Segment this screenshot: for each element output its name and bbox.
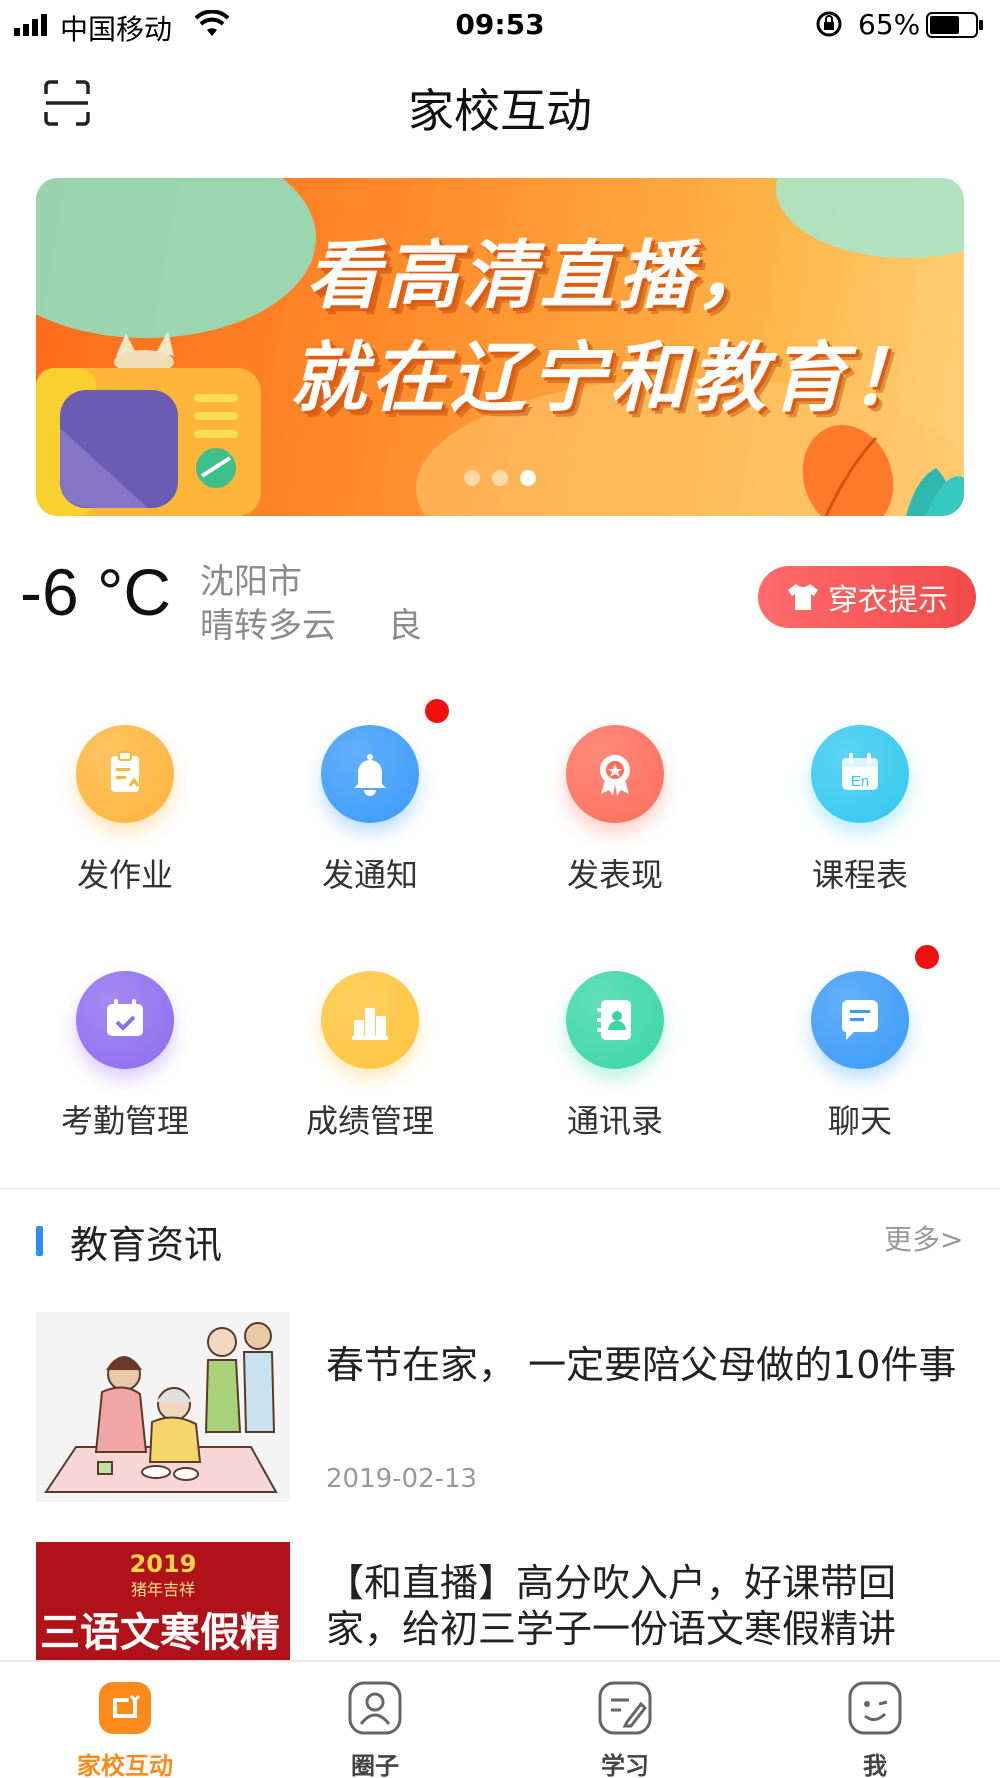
- feature-icon-circle: [321, 971, 419, 1069]
- weather-panel: -6 °C 沈阳市 晴转多云 良 穿衣提示: [0, 552, 1000, 652]
- promo-banner[interactable]: 看高清直播， 就在辽宁和教育！: [36, 178, 964, 516]
- news-thumbnail: [36, 1312, 290, 1502]
- feature-attendance-button[interactable]: 考勤管理: [0, 941, 250, 1141]
- banner-headline-1: 看高清直播，: [306, 233, 774, 319]
- tab-label: 学习: [601, 1752, 649, 1778]
- feature-label: 成绩管理: [305, 1102, 434, 1140]
- edit-icon: [598, 1681, 652, 1735]
- city-name: 沈阳市: [200, 562, 302, 602]
- carousel-dot[interactable]: [492, 470, 508, 486]
- battery-percent: 65%: [858, 8, 921, 41]
- feature-icon-circle: [566, 725, 664, 823]
- feature-icon-circle: En: [811, 725, 909, 823]
- chat-icon: [842, 1000, 878, 1040]
- thumb-title: 三语文寒假精: [40, 1610, 280, 1656]
- section-accent-bar: [36, 1226, 43, 1256]
- feature-icon-circle: [321, 725, 419, 823]
- title-bar: 家校互动: [0, 55, 1000, 150]
- app-screen: 中国移动 09:53 65% 家校互动 看高清直播， 就在辽宁和教育！ -6 °…: [0, 0, 1000, 1778]
- svg-text:En: En: [851, 773, 869, 790]
- bell-icon: [354, 754, 386, 796]
- tab-label: 圈子: [351, 1752, 399, 1778]
- feature-homework-button[interactable]: 发作业: [0, 695, 250, 895]
- feature-chat-button[interactable]: 聊天: [735, 941, 985, 1141]
- feature-icon-circle: [76, 725, 174, 823]
- carousel-dot[interactable]: [520, 470, 536, 486]
- person-icon: [348, 1681, 402, 1735]
- clock: 09:53: [455, 8, 545, 41]
- tab-smile[interactable]: 我: [750, 1662, 1000, 1778]
- feature-label: 发通知: [321, 856, 418, 894]
- feature-bell-button[interactable]: 发通知: [245, 695, 495, 895]
- tab-label: 家校互动: [77, 1752, 173, 1778]
- feature-label: 发作业: [76, 856, 173, 894]
- feature-label: 发表现: [566, 856, 663, 894]
- feature-contacts-button[interactable]: 通讯录: [490, 941, 740, 1141]
- thumb-subtitle: 猪年吉祥: [130, 1580, 195, 1599]
- news-item[interactable]: 春节在家， 一定要陪父母做的10件事 2019-02-13: [0, 1312, 1000, 1502]
- feature-icon-circle: [76, 971, 174, 1069]
- feature-medal-button[interactable]: 发表现: [490, 695, 740, 895]
- carousel-dots[interactable]: [36, 470, 964, 490]
- tab-person[interactable]: 圈子: [250, 1662, 500, 1778]
- attendance-icon: [107, 999, 143, 1036]
- contacts-icon: [597, 1000, 631, 1040]
- status-bar: 中国移动 09:53 65%: [0, 0, 1000, 50]
- shirt-icon: [788, 584, 818, 610]
- feature-icon-circle: [566, 971, 664, 1069]
- tab-home-school[interactable]: 家校互动: [0, 1662, 250, 1778]
- feature-icon-circle: [811, 971, 909, 1069]
- feature-podium-button[interactable]: 成绩管理: [245, 941, 495, 1141]
- dress-tips-button[interactable]: 穿衣提示: [758, 566, 976, 628]
- tab-label: 我: [863, 1752, 887, 1778]
- calendar-en-icon: En: [842, 753, 878, 790]
- battery-icon: [926, 12, 983, 38]
- bottom-tab-bar: 家校互动 圈子 学习 我: [0, 1660, 1000, 1778]
- feature-label: 考勤管理: [60, 1102, 189, 1140]
- dress-tips-label: 穿衣提示: [828, 583, 948, 618]
- more-link[interactable]: 更多>: [884, 1218, 963, 1258]
- notification-badge: [915, 945, 939, 969]
- notification-badge: [425, 699, 449, 723]
- medal-icon: [600, 755, 630, 796]
- news-section-header: 教育资讯 更多>: [0, 1210, 1000, 1270]
- news-date: 2019-02-13: [326, 1464, 478, 1494]
- weather-condition: 晴转多云: [200, 606, 336, 646]
- homework-icon: [111, 751, 140, 792]
- section-divider: [0, 1188, 1000, 1190]
- thumb-year: 2019: [129, 1550, 197, 1578]
- leaf-illustration: [802, 425, 964, 516]
- page-title: 家校互动: [408, 84, 592, 138]
- air-quality: 良: [388, 606, 422, 646]
- news-headline: 【和直播】高分吹入户，好课带回家，给初三学子一份语文寒假精讲: [326, 1561, 897, 1651]
- tab-edit[interactable]: 学习: [500, 1662, 750, 1778]
- section-title: 教育资讯: [70, 1223, 223, 1267]
- rotation-lock-icon: [816, 11, 842, 37]
- news-headline: 春节在家， 一定要陪父母做的10件事: [326, 1343, 957, 1387]
- feature-grid: 发作业 发通知 发表现 En 课程表考勤管理 成绩管理 通讯录 聊天: [0, 695, 1000, 1140]
- feature-label: 通讯录: [566, 1102, 663, 1140]
- feature-label: 课程表: [811, 856, 908, 894]
- home-school-icon: [99, 1682, 151, 1734]
- feature-calendar-en-button[interactable]: En 课程表: [735, 695, 985, 895]
- feature-label: 聊天: [827, 1102, 892, 1140]
- podium-icon: [352, 1008, 388, 1040]
- smile-icon: [848, 1681, 902, 1735]
- temperature: -6 °C: [20, 555, 172, 629]
- carousel-dot[interactable]: [464, 470, 480, 486]
